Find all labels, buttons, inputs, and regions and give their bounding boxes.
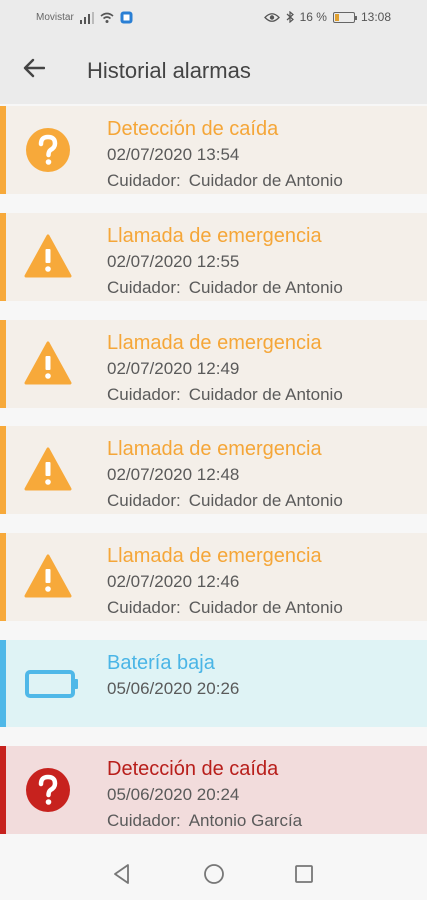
- alarm-type: Llamada de emergencia: [107, 332, 322, 354]
- caregiver-name: Cuidador de Antonio: [188, 598, 343, 617]
- alarm-datetime: 05/06/2020 20:26: [107, 679, 240, 698]
- alarm-caregiver: Cuidador: Cuidador de Antonio: [107, 382, 343, 408]
- app-notification-icon: [120, 11, 133, 24]
- alarm-type: Llamada de emergencia: [107, 545, 322, 567]
- alarm-text: Llamada de emergencia 02/07/2020 12:46 C…: [107, 543, 343, 621]
- caregiver-name: Cuidador de Antonio: [188, 385, 343, 404]
- alarm-item[interactable]: Llamada de emergencia 02/07/2020 12:49 C…: [0, 320, 427, 408]
- alarm-datetime: 02/07/2020 12:46: [107, 572, 240, 591]
- warning-icon: [24, 234, 72, 278]
- status-left: Movistar: [36, 11, 133, 24]
- eye-icon: [263, 12, 280, 22]
- caregiver-label: Cuidador:: [107, 171, 181, 190]
- nav-recents-icon[interactable]: [292, 862, 316, 886]
- question-icon: [26, 128, 70, 172]
- alarm-text: Detección de caída 02/07/2020 13:54 Cuid…: [107, 116, 343, 194]
- warning-icon: [24, 447, 72, 491]
- alarm-caregiver: Cuidador: Cuidador de Antonio: [107, 595, 343, 621]
- alarm-item[interactable]: Llamada de emergencia 02/07/2020 12:48 C…: [0, 426, 427, 514]
- warning-icon: [24, 341, 72, 385]
- nav-home-icon[interactable]: [202, 862, 226, 886]
- alarm-type: Detección de caída: [107, 118, 279, 140]
- alarm-datetime: 02/07/2020 12:49: [107, 359, 240, 378]
- alarm-caregiver: Cuidador: Cuidador de Antonio: [107, 168, 343, 194]
- alarm-caregiver: Cuidador: Antonio García: [107, 808, 302, 834]
- carrier-name: Movistar: [36, 12, 74, 23]
- bluetooth-icon: [286, 11, 294, 23]
- alarm-item[interactable]: Detección de caída 02/07/2020 13:54 Cuid…: [0, 106, 427, 194]
- alarm-text: Llamada de emergencia 02/07/2020 12:55 C…: [107, 223, 343, 301]
- alarm-caregiver: Cuidador: Cuidador de Antonio: [107, 275, 343, 301]
- caregiver-label: Cuidador:: [107, 598, 181, 617]
- back-button[interactable]: [18, 52, 50, 84]
- status-bar: Movistar 16 % 13:08: [0, 0, 427, 36]
- question-icon: [26, 768, 70, 812]
- battery-status-icon: [332, 11, 357, 23]
- caregiver-name: Cuidador de Antonio: [188, 171, 343, 190]
- alarm-caregiver: Cuidador: Cuidador de Antonio: [107, 488, 343, 514]
- alarm-text: Llamada de emergencia 02/07/2020 12:49 C…: [107, 330, 343, 408]
- app-bar: Historial alarmas: [0, 36, 427, 104]
- alarm-item[interactable]: Llamada de emergencia 02/07/2020 12:55 C…: [0, 213, 427, 301]
- caregiver-name: Antonio García: [188, 811, 303, 830]
- battery-percent: 16 %: [299, 10, 327, 24]
- system-nav-bar: [0, 848, 427, 900]
- caregiver-label: Cuidador:: [107, 491, 181, 510]
- clock: 13:08: [360, 10, 391, 24]
- page-title: Historial alarmas: [87, 58, 251, 83]
- alarm-text: Batería baja 05/06/2020 20:26: [107, 650, 239, 702]
- battery-low-icon: [25, 670, 78, 698]
- caregiver-label: Cuidador:: [107, 278, 181, 297]
- alarm-datetime: 02/07/2020 12:55: [107, 252, 240, 271]
- caregiver-name: Cuidador de Antonio: [188, 491, 343, 510]
- caregiver-label: Cuidador:: [107, 811, 181, 830]
- alarm-item[interactable]: Detección de caída 05/06/2020 20:24 Cuid…: [0, 746, 427, 834]
- caregiver-name: Cuidador de Antonio: [188, 278, 343, 297]
- warning-icon: [24, 554, 72, 598]
- alarm-datetime: 02/07/2020 13:54: [107, 145, 240, 164]
- alarm-text: Llamada de emergencia 02/07/2020 12:48 C…: [107, 436, 343, 514]
- caregiver-label: Cuidador:: [107, 385, 181, 404]
- wifi-icon: [100, 12, 114, 23]
- alarm-datetime: 02/07/2020 12:48: [107, 465, 240, 484]
- alarm-type: Batería baja: [107, 652, 215, 674]
- alarm-type: Llamada de emergencia: [107, 438, 322, 460]
- alarm-text: Detección de caída 05/06/2020 20:24 Cuid…: [107, 756, 302, 834]
- status-right: 16 % 13:08: [263, 10, 391, 24]
- signal-icon: [79, 11, 94, 24]
- alarm-item[interactable]: Llamada de emergencia 02/07/2020 12:46 C…: [0, 533, 427, 621]
- alarm-type: Llamada de emergencia: [107, 225, 322, 247]
- nav-back-icon[interactable]: [110, 862, 134, 886]
- back-arrow-icon: [23, 58, 45, 78]
- alarm-datetime: 05/06/2020 20:24: [107, 785, 240, 804]
- alarm-type: Detección de caída: [107, 758, 279, 780]
- alarm-item[interactable]: Batería baja 05/06/2020 20:26: [0, 640, 427, 727]
